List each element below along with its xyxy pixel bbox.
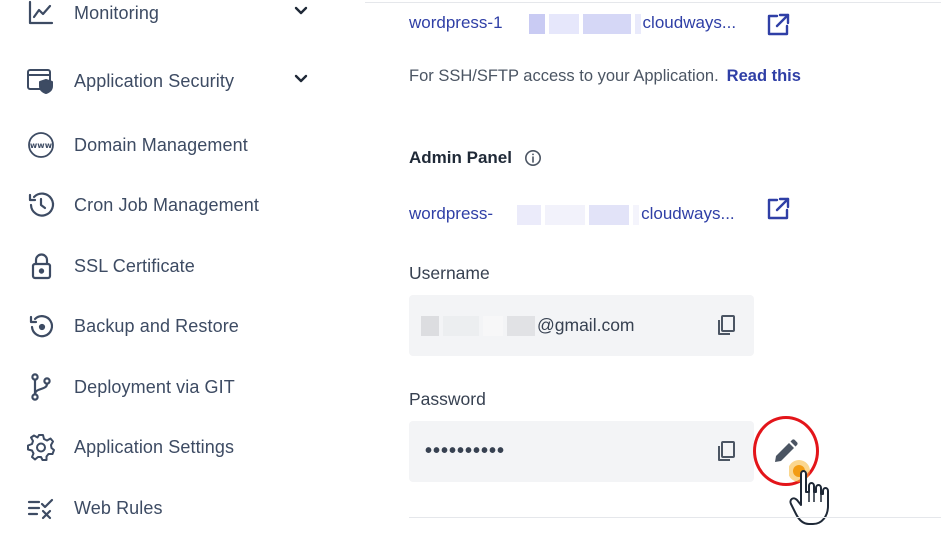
- backup-restore-icon: [26, 311, 60, 341]
- read-this-link[interactable]: Read this: [727, 67, 801, 85]
- admin-url-link[interactable]: wordpress-cloudways...: [409, 204, 735, 225]
- admin-url-row: wordpress-cloudways...: [409, 204, 735, 225]
- sidebar-item-ssl-certificate[interactable]: SSL Certificate: [26, 248, 326, 284]
- chevron-down-icon[interactable]: [291, 69, 311, 89]
- external-link-icon[interactable]: [765, 12, 791, 38]
- sidebar-item-cron-job-management[interactable]: Cron Job Management: [26, 187, 326, 223]
- sidebar-item-label: Web Rules: [74, 497, 163, 518]
- ssh-url-link[interactable]: wordpress-1 cloudways...: [409, 13, 736, 34]
- username-label: Username: [409, 263, 490, 283]
- gear-icon: [26, 432, 60, 462]
- sidebar-item-label: Deployment via GIT: [74, 376, 235, 397]
- history-clock-icon: [26, 190, 60, 220]
- sidebar-item-label: Application Security: [74, 70, 235, 91]
- git-branch-icon: [26, 372, 60, 402]
- password-field[interactable]: ••••••••••: [409, 421, 754, 482]
- rules-list-icon: [26, 493, 60, 523]
- copy-icon[interactable]: [714, 439, 738, 463]
- chevron-down-icon[interactable]: [291, 1, 311, 21]
- sidebar-item-domain-management[interactable]: www Domain Management: [26, 127, 326, 163]
- admin-panel-heading: Admin Panel: [409, 148, 542, 168]
- ssh-access-note: For SSH/SFTP access to your Application.…: [409, 67, 801, 85]
- chart-line-icon: [26, 0, 60, 28]
- lock-icon: [26, 251, 60, 281]
- sidebar-item-label: Application Settings: [74, 436, 235, 457]
- sidebar-item-web-rules[interactable]: Web Rules: [26, 490, 326, 526]
- www-globe-icon: www: [26, 130, 60, 160]
- access-details-panel: wordpress-1 cloudways... For SSH/SFTP acc…: [409, 0, 941, 553]
- divider: [409, 517, 941, 518]
- copy-icon[interactable]: [714, 313, 738, 337]
- password-value: ••••••••••: [425, 440, 506, 462]
- external-link-icon[interactable]: [765, 196, 791, 222]
- svg-text:www: www: [30, 141, 53, 150]
- sidebar-item-application-security[interactable]: Application Security: [26, 63, 326, 99]
- sidebar-item-label: Backup and Restore: [74, 315, 239, 336]
- sidebar-item-label: SSL Certificate: [74, 255, 195, 276]
- sidebar: Monitoring Application Security www Doma…: [0, 0, 350, 553]
- sidebar-item-backup-and-restore[interactable]: Backup and Restore: [26, 308, 326, 344]
- sidebar-item-monitoring[interactable]: Monitoring: [26, 0, 326, 31]
- sidebar-item-label: Cron Job Management: [74, 194, 260, 215]
- sidebar-item-label: Domain Management: [74, 134, 248, 155]
- hand-cursor-icon: [789, 460, 829, 525]
- ssh-url-row: wordpress-1 cloudways...: [409, 13, 736, 34]
- window-shield-icon: [26, 66, 60, 96]
- username-value: @gmail.com: [537, 315, 635, 335]
- sidebar-item-label: Monitoring: [74, 2, 160, 23]
- username-field[interactable]: @gmail.com: [409, 295, 754, 356]
- sidebar-item-application-settings[interactable]: Application Settings: [26, 429, 326, 465]
- sidebar-item-deployment-via-git[interactable]: Deployment via GIT: [26, 369, 326, 405]
- password-label: Password: [409, 389, 486, 409]
- info-icon[interactable]: [524, 149, 542, 167]
